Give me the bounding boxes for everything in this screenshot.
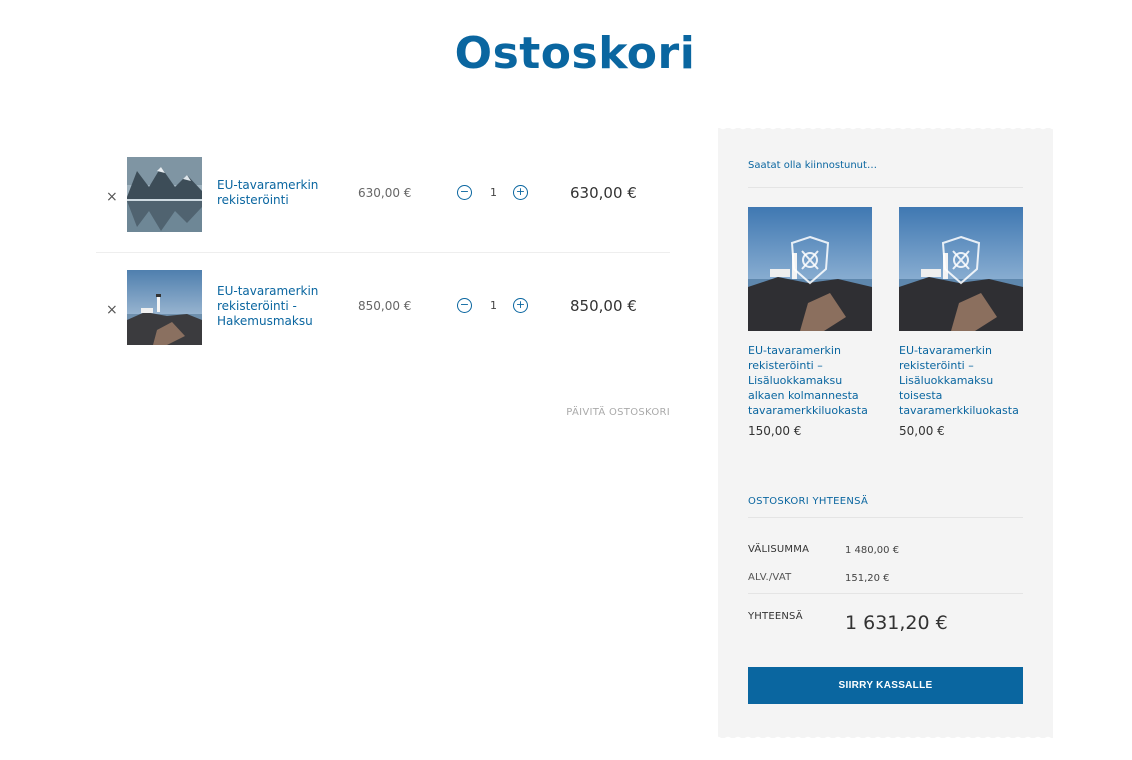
recommended-product-name[interactable]: EU-tavaramerkin rekisteröinti – Lisäluok… — [899, 343, 1023, 418]
update-cart-button[interactable]: PÄIVITÄ OSTOSKORI — [520, 407, 670, 418]
decrease-quantity-button[interactable]: − — [457, 185, 472, 200]
increase-quantity-button[interactable]: + — [513, 298, 528, 313]
mountain-lake-photo — [127, 157, 202, 232]
recommended-product: EU-tavaramerkin rekisteröinti – Lisäluok… — [748, 207, 872, 438]
line-total: 630,00 € — [570, 184, 637, 202]
subtotal-label: VÄLISUMMA — [748, 544, 810, 555]
remove-item-button[interactable]: × — [106, 303, 118, 317]
product-thumbnail[interactable] — [127, 157, 202, 232]
recommended-product-price: 150,00 € — [748, 424, 802, 438]
checkout-button[interactable]: SIIRRY KASSALLE — [748, 667, 1023, 704]
cart-totals-heading: OSTOSKORI YHTEENSÄ — [748, 496, 869, 507]
remove-item-button[interactable]: × — [106, 190, 118, 204]
recommended-product-name[interactable]: EU-tavaramerkin rekisteröinti – Lisäluok… — [748, 343, 872, 418]
lighthouse-shield-photo — [748, 207, 872, 331]
line-total: 850,00 € — [570, 297, 637, 315]
vat-value: 151,20 € — [845, 573, 890, 584]
decrease-quantity-button[interactable]: − — [457, 298, 472, 313]
lighthouse-shield-photo — [899, 207, 1023, 331]
quantity-stepper: − 1 + — [456, 185, 536, 201]
product-thumbnail[interactable] — [127, 270, 202, 345]
quantity-stepper: − 1 + — [456, 298, 536, 314]
vat-label: ALV./VAT — [748, 572, 792, 583]
divider — [748, 593, 1023, 594]
page-title: Ostoskori — [454, 28, 696, 79]
recommended-product-image[interactable] — [899, 207, 1023, 331]
subtotal-value: 1 480,00 € — [845, 545, 900, 556]
increase-quantity-button[interactable]: + — [513, 185, 528, 200]
product-name-link[interactable]: EU-tavaramerkin rekisteröinti — [217, 178, 337, 208]
product-name-link[interactable]: EU-tavaramerkin rekisteröinti - Hakemusm… — [217, 284, 337, 329]
recommended-product-image[interactable] — [748, 207, 872, 331]
lighthouse-photo — [127, 270, 202, 345]
divider — [748, 517, 1023, 518]
recommended-product: EU-tavaramerkin rekisteröinti – Lisäluok… — [899, 207, 1023, 438]
cart-table: × EU-tavaramerkin rekisteröinti 630,00 €… — [96, 140, 670, 364]
total-value: 1 631,20 € — [845, 612, 948, 634]
total-label: YHTEENSÄ — [748, 611, 803, 622]
recommendations-heading: Saatat olla kiinnostunut… — [748, 160, 877, 171]
unit-price: 630,00 € — [358, 186, 412, 200]
cart-row: × EU-tavaramerkin rekisteröinti 630,00 €… — [96, 140, 670, 252]
unit-price: 850,00 € — [358, 299, 412, 313]
recommended-product-price: 50,00 € — [899, 424, 945, 438]
cart-row: × EU-tavaramerkin rekisteröinti - Hakemu… — [96, 252, 670, 364]
quantity-value[interactable]: 1 — [486, 186, 501, 199]
divider — [748, 187, 1023, 188]
quantity-value[interactable]: 1 — [486, 299, 501, 312]
cart-sidebar: Saatat olla kiinnostunut… EU-tavaramerki… — [718, 125, 1053, 738]
